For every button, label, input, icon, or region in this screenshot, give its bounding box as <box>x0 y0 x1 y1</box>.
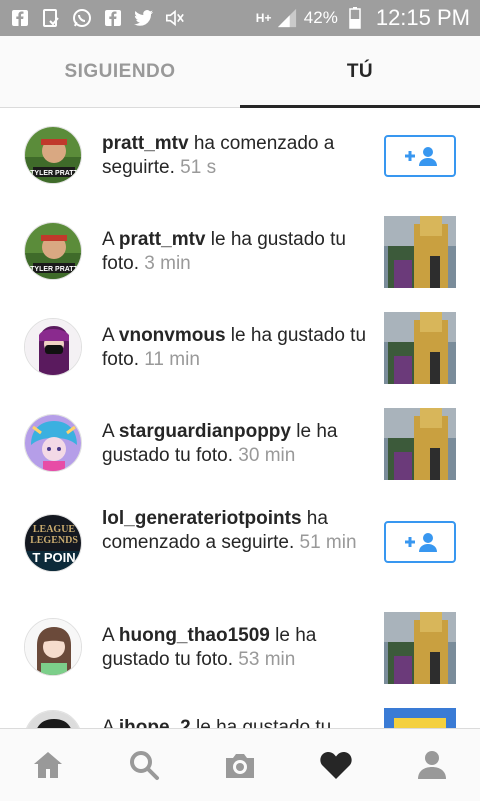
activity-text: A jhope_2 le ha gustado tu <box>102 716 368 728</box>
nav-profile[interactable] <box>384 729 480 801</box>
battery-icon <box>345 7 365 29</box>
list-item[interactable]: TYLER PRATT pratt_mtv ha comenzado a seg… <box>0 108 480 204</box>
notification-icon <box>41 8 61 28</box>
activity-text: A vnonvmous le ha gustado tu foto. 11 mi… <box>102 324 368 372</box>
activity-prefix: A <box>102 229 119 250</box>
list-item[interactable]: A huong_thao1509 le ha gustado tu foto. … <box>0 600 480 696</box>
activity-prefix: A <box>102 625 119 646</box>
activity-text: pratt_mtv ha comenzado a seguirte. 51 s <box>102 132 368 180</box>
status-bar: H+ 42% 12:15 PM <box>0 0 480 36</box>
list-item[interactable]: A jhope_2 le ha gustado tu <box>0 696 480 728</box>
timestamp: 51 min <box>299 532 357 553</box>
mute-icon <box>165 8 185 28</box>
tab-you[interactable]: TÚ <box>240 36 480 108</box>
avatar[interactable] <box>24 618 82 676</box>
avatar-logo-text: T POIN <box>32 550 75 565</box>
photo-thumbnail[interactable] <box>384 612 456 684</box>
list-item[interactable]: TYLER PRATT A pratt_mtv le ha gustado tu… <box>0 204 480 300</box>
avatar-logo-text: TYLER PRATT <box>30 170 78 177</box>
activity-prefix: A <box>102 325 119 346</box>
system-indicators: H+ 42% 12:15 PM <box>256 5 470 31</box>
avatar-logo-text: TYLER PRATT <box>30 266 78 273</box>
timestamp: 51 s <box>180 157 217 178</box>
twitter-icon <box>134 8 154 28</box>
avatar[interactable] <box>24 710 82 728</box>
username-link[interactable]: starguardianpoppy <box>119 421 291 442</box>
avatar[interactable]: TYLER PRATT <box>24 126 82 184</box>
search-icon <box>130 751 159 780</box>
activity-text: lol_generateriotpoints ha comenzado a se… <box>102 507 368 555</box>
notification-icons <box>10 8 185 28</box>
timestamp: 3 min <box>144 253 191 274</box>
activity-text: A starguardianpoppy le ha gustado tu fot… <box>102 420 368 468</box>
username-link[interactable]: pratt_mtv <box>119 229 206 250</box>
activity-tabs: SIGUIENDO TÚ <box>0 36 480 108</box>
photo-thumbnail[interactable] <box>384 708 456 728</box>
photo-thumbnail[interactable] <box>384 216 456 288</box>
avatar[interactable]: LEAGUE LEGENDS T POIN <box>24 514 82 572</box>
avatar[interactable] <box>24 318 82 376</box>
username-link[interactable]: pratt_mtv <box>102 133 189 154</box>
avatar[interactable] <box>24 414 82 472</box>
facebook-icon <box>10 8 30 28</box>
bottom-navigation <box>0 728 480 801</box>
profile-icon <box>418 751 446 779</box>
activity-list: TYLER PRATT pratt_mtv ha comenzado a seg… <box>0 108 480 728</box>
camera-icon <box>226 754 254 778</box>
avatar[interactable]: TYLER PRATT <box>24 222 82 280</box>
battery-percent: 42% <box>303 8 338 27</box>
activity-action: le ha gustado tu <box>190 717 332 728</box>
add-user-icon <box>405 147 437 166</box>
list-item[interactable]: LEAGUE LEGENDS T POIN lol_generateriotpo… <box>0 492 480 600</box>
tab-following[interactable]: SIGUIENDO <box>0 36 240 107</box>
nav-home[interactable] <box>0 729 96 801</box>
activity-text: A huong_thao1509 le ha gustado tu foto. … <box>102 624 368 672</box>
clock: 12:15 PM <box>375 5 470 30</box>
timestamp: 30 min <box>238 445 296 466</box>
photo-thumbnail[interactable] <box>384 312 456 384</box>
network-type: H+ <box>255 10 272 25</box>
photo-thumbnail[interactable] <box>384 408 456 480</box>
whatsapp-icon <box>72 8 92 28</box>
activity-prefix: A <box>102 421 119 442</box>
activity-text: A pratt_mtv le ha gustado tu foto. 3 min <box>102 228 368 276</box>
avatar-logo-text: LEAGUE <box>33 524 76 535</box>
username-link[interactable]: vnonvmous <box>119 325 226 346</box>
username-link[interactable]: jhope_2 <box>119 717 191 728</box>
timestamp: 11 min <box>144 349 200 370</box>
nav-search[interactable] <box>96 729 192 801</box>
add-user-icon <box>405 533 437 552</box>
facebook-icon <box>103 8 123 28</box>
signal-icon <box>277 8 297 28</box>
home-icon <box>34 752 62 778</box>
username-link[interactable]: huong_thao1509 <box>119 625 270 646</box>
username-link[interactable]: lol_generateriotpoints <box>102 508 302 529</box>
avatar-logo-text: LEGENDS <box>30 535 78 546</box>
nav-activity[interactable] <box>288 729 384 801</box>
heart-icon <box>320 751 352 779</box>
nav-camera[interactable] <box>192 729 288 801</box>
follow-back-button[interactable] <box>384 521 456 563</box>
timestamp: 53 min <box>238 649 296 670</box>
list-item[interactable]: A vnonvmous le ha gustado tu foto. 11 mi… <box>0 300 480 396</box>
list-item[interactable]: A starguardianpoppy le ha gustado tu fot… <box>0 396 480 492</box>
follow-back-button[interactable] <box>384 135 456 177</box>
activity-prefix: A <box>102 717 119 728</box>
